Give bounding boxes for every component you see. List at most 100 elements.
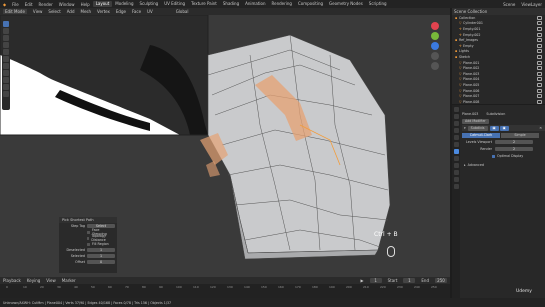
selected-field[interactable]: 1	[87, 254, 115, 258]
scale-tool-icon[interactable]	[3, 49, 9, 55]
visibility-eye-icon[interactable]	[537, 82, 542, 87]
axis-y-icon[interactable]	[431, 32, 439, 40]
workspace-tab-layout[interactable]: Layout	[92, 1, 113, 7]
particles-tab-icon[interactable]	[453, 156, 459, 161]
pan-hand-icon[interactable]	[431, 62, 439, 70]
face-stepping-checkbox[interactable]	[87, 230, 90, 234]
outliner-item[interactable]: ▽ Plane.008	[452, 99, 545, 105]
visibility-eye-icon[interactable]	[537, 54, 542, 59]
levels-viewport-field[interactable]: 2	[495, 140, 533, 144]
realtime-toggle-icon[interactable]: ▣	[489, 125, 499, 131]
axis-x-icon[interactable]	[431, 22, 439, 30]
scene-selector[interactable]: Scene	[503, 2, 515, 7]
orientation-dropdown[interactable]: Global	[176, 9, 189, 14]
menu-add[interactable]: Add	[67, 9, 75, 14]
transform-tool-icon[interactable]	[3, 56, 9, 62]
menu-help[interactable]: Help	[81, 2, 90, 7]
menu-face[interactable]: Face	[132, 9, 141, 14]
optimal-display-checkbox[interactable]	[492, 154, 495, 158]
end-frame-field[interactable]: 250	[435, 278, 447, 283]
workspace-tab[interactable]: Compositing	[295, 1, 326, 7]
measure-tool-icon[interactable]	[3, 70, 9, 76]
visibility-eye-icon[interactable]	[537, 66, 542, 71]
catmull-clark-button[interactable]: Catmull-Clark	[462, 132, 500, 138]
visibility-eye-icon[interactable]	[537, 94, 542, 99]
workspace-tab[interactable]: Sculpting	[137, 1, 162, 7]
start-frame-field[interactable]: 1	[403, 278, 416, 283]
visibility-eye-icon[interactable]	[537, 26, 542, 31]
output-tab-icon[interactable]	[453, 121, 459, 126]
workspace-tab[interactable]: Modeling	[112, 1, 136, 7]
menu-mesh[interactable]: Mesh	[81, 9, 92, 14]
workspace-tab[interactable]: Animation	[242, 1, 268, 7]
visibility-eye-icon[interactable]	[537, 38, 542, 43]
cursor-tool-icon[interactable]	[3, 28, 9, 34]
menu-uv[interactable]: UV	[147, 9, 153, 14]
workspace-tab[interactable]: Scripting	[366, 1, 390, 7]
menu-window[interactable]: Window	[59, 2, 75, 7]
menu-edge[interactable]: Edge	[116, 9, 126, 14]
object-tab-icon[interactable]	[453, 142, 459, 147]
material-tab-icon[interactable]	[453, 184, 459, 189]
inset-tool-icon[interactable]	[3, 84, 9, 90]
workspace-tab[interactable]: Shading	[220, 1, 242, 7]
scene-tab-icon[interactable]	[453, 128, 459, 133]
menu-vertex[interactable]: Vertex	[97, 9, 110, 14]
playback-menu[interactable]: Playback	[3, 278, 21, 283]
extrude-tool-icon[interactable]	[3, 77, 9, 83]
visibility-eye-icon[interactable]	[537, 43, 542, 48]
move-tool-icon[interactable]	[3, 35, 9, 41]
visibility-eye-icon[interactable]	[537, 49, 542, 54]
navigation-gizmo[interactable]	[428, 20, 442, 80]
visibility-eye-icon[interactable]	[537, 88, 542, 93]
viewlayer-selector[interactable]: ViewLayer	[521, 2, 542, 7]
view-menu[interactable]: View	[46, 278, 56, 283]
visibility-eye-icon[interactable]	[537, 32, 542, 37]
marker-menu[interactable]: Marker	[62, 278, 76, 283]
add-modifier-button[interactable]: Add Modifier	[462, 118, 489, 124]
advanced-expand-icon[interactable]: ▸	[464, 163, 466, 167]
keying-menu[interactable]: Keying	[27, 278, 40, 283]
topology-distance-checkbox[interactable]	[87, 236, 90, 240]
modifier-tab-icon[interactable]	[453, 149, 459, 154]
workspace-tab[interactable]: Rendering	[269, 1, 295, 7]
zoom-icon[interactable]	[431, 52, 439, 60]
modifier-name-field[interactable]: Subdivis	[467, 125, 488, 131]
blender-logo-icon[interactable]: ◆	[3, 2, 6, 7]
render-toggle-icon[interactable]: ▣	[499, 125, 509, 131]
tool-tab-icon[interactable]	[453, 107, 459, 112]
menu-file[interactable]: File	[12, 2, 19, 7]
visibility-eye-icon[interactable]	[537, 71, 542, 76]
select-tool-icon[interactable]	[3, 21, 9, 27]
current-frame-field[interactable]: 1	[369, 278, 382, 283]
world-tab-icon[interactable]	[453, 135, 459, 140]
timeline-ruler[interactable]: 0 10 20 30 40 50 60 70 80 90 100 110 120 130 140 150 160…	[0, 284, 450, 290]
annotate-tool-icon[interactable]	[3, 63, 9, 69]
render-levels-field[interactable]: 2	[495, 147, 533, 151]
constraints-tab-icon[interactable]	[453, 170, 459, 175]
axis-z-icon[interactable]	[431, 42, 439, 50]
outliner-title[interactable]: Scene Collection	[454, 9, 487, 14]
menu-edit[interactable]: Edit	[25, 2, 33, 7]
advanced-label[interactable]: Advanced	[468, 163, 484, 167]
mode-dropdown[interactable]: Edit Mode	[3, 9, 27, 14]
rotate-tool-icon[interactable]	[3, 42, 9, 48]
mesh-object[interactable]	[200, 34, 391, 260]
simple-button[interactable]: Simple	[501, 132, 539, 138]
fill-region-checkbox[interactable]	[87, 242, 90, 246]
menu-view[interactable]: View	[33, 9, 43, 14]
visibility-eye-icon[interactable]	[537, 15, 542, 20]
physics-tab-icon[interactable]	[453, 163, 459, 168]
workspace-tab[interactable]: Geometry Nodes	[326, 1, 366, 7]
close-icon[interactable]: ✕	[539, 126, 542, 130]
visibility-eye-icon[interactable]	[537, 99, 542, 104]
data-tab-icon[interactable]	[453, 177, 459, 182]
bevel-tool-icon[interactable]	[3, 91, 9, 97]
visibility-eye-icon[interactable]	[537, 21, 542, 26]
play-button[interactable]: ▶	[361, 278, 364, 283]
menu-select[interactable]: Select	[48, 9, 60, 14]
workspace-tab[interactable]: UV Editing	[161, 1, 188, 7]
deselected-field[interactable]: 1	[87, 248, 115, 252]
visibility-eye-icon[interactable]	[537, 60, 542, 65]
workspace-tab[interactable]: Texture Paint	[188, 1, 220, 7]
